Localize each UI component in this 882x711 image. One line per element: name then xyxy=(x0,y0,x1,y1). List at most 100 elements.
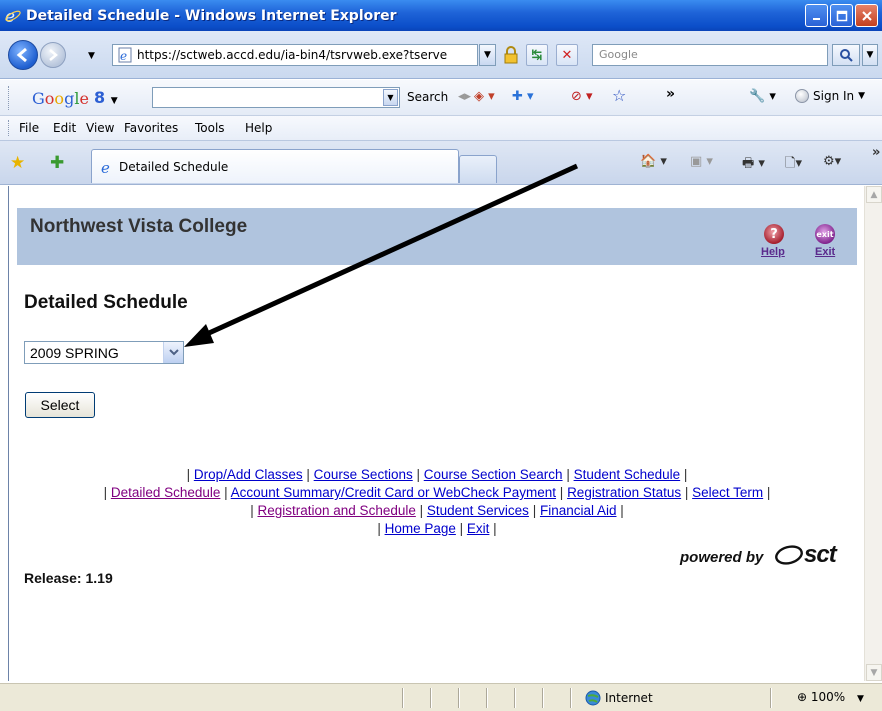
search-input[interactable]: Google xyxy=(592,44,828,66)
college-name: Northwest Vista College xyxy=(30,216,248,237)
close-window-button[interactable] xyxy=(855,4,878,27)
toolbar-grip[interactable] xyxy=(8,86,11,110)
zoom-dropdown-icon: ▼ xyxy=(857,694,864,704)
pagerank-icon[interactable]: ◈ ▾ xyxy=(474,89,495,104)
link-select-term[interactable]: Select Term xyxy=(692,485,763,500)
minimize-icon xyxy=(812,17,820,20)
command-bar-overflow-icon[interactable]: » xyxy=(872,145,880,160)
google-search-input[interactable] xyxy=(152,87,400,108)
link-financial-aid[interactable]: Financial Aid xyxy=(540,503,617,518)
stop-icon: ✕ xyxy=(561,47,573,63)
toolbar-separator-icon: ◂▸ xyxy=(458,89,472,104)
page-title: Detailed Schedule xyxy=(24,292,188,313)
sign-in-dropdown-icon: ▼ xyxy=(858,91,866,101)
favorites-center-icon[interactable]: ★ xyxy=(10,153,25,173)
status-separator xyxy=(542,688,543,708)
stop-button[interactable]: ✕ xyxy=(556,44,578,66)
menu-file[interactable]: File xyxy=(19,121,39,135)
tools-gear-icon[interactable]: ⚙▾ xyxy=(823,154,841,169)
footer-nav-links: | Drop/Add Classes | Course Sections | C… xyxy=(103,467,771,536)
link-course-sections[interactable]: Course Sections xyxy=(314,467,413,482)
status-separator xyxy=(570,688,571,708)
link-exit[interactable]: Exit xyxy=(467,521,490,536)
sign-in-label: Sign In xyxy=(813,89,855,103)
zoom-control[interactable]: ⊕ 100% ▼ xyxy=(797,690,864,704)
link-registration-and-schedule[interactable]: Registration and Schedule xyxy=(258,503,416,518)
popup-blocker-icon[interactable]: ⊘ ▾ xyxy=(571,89,593,104)
link-home-page[interactable]: Home Page xyxy=(385,521,456,536)
link-student-services[interactable]: Student Services xyxy=(427,503,529,518)
bookmark-star-icon[interactable]: ☆ xyxy=(612,86,626,105)
zoom-level: 100% xyxy=(810,690,846,704)
tab-detailed-schedule[interactable]: e Detailed Schedule xyxy=(91,149,459,183)
link-detailed-schedule[interactable]: Detailed Schedule xyxy=(111,485,221,500)
menu-edit[interactable]: Edit xyxy=(53,121,76,135)
chevron-down-icon xyxy=(168,349,179,356)
settings-wrench-icon[interactable]: 🔧 ▾ xyxy=(749,89,776,104)
scroll-up-icon[interactable]: ▲ xyxy=(866,186,882,203)
status-separator xyxy=(770,688,771,708)
security-zone[interactable]: Internet xyxy=(585,690,653,706)
link-drop-add-classes[interactable]: Drop/Add Classes xyxy=(194,467,303,482)
term-select[interactable]: 2009 SPRING xyxy=(24,341,184,364)
security-zone-label: Internet xyxy=(605,691,653,705)
link-course-section-search[interactable]: Course Section Search xyxy=(424,467,563,482)
sct-swoosh-icon xyxy=(775,545,803,565)
vertical-scrollbar[interactable]: ▲ ▼ xyxy=(864,186,882,681)
tab-bar: ★ ✚ e Detailed Schedule 🏠 ▾ ▣ ▾ 🖶 ▾ 🗋▾ ⚙… xyxy=(0,141,882,185)
minimize-button[interactable] xyxy=(805,4,828,27)
status-separator xyxy=(486,688,487,708)
address-dropdown[interactable]: ▼ xyxy=(479,44,496,66)
back-button[interactable] xyxy=(8,40,38,70)
add-favorite-icon[interactable]: ✚ xyxy=(50,153,64,173)
exit-link[interactable]: Exit xyxy=(815,246,835,258)
menu-tools[interactable]: Tools xyxy=(195,121,225,135)
refresh-icon: ↹ xyxy=(531,47,543,63)
google-search-button[interactable]: Search xyxy=(407,90,448,104)
google-logo[interactable]: Google xyxy=(32,89,89,108)
menu-grip[interactable] xyxy=(8,120,11,136)
link-account-summary[interactable]: Account Summary/Credit Card or WebCheck … xyxy=(231,485,556,500)
search-options-dropdown[interactable]: ▼ xyxy=(862,44,878,66)
sign-in-button[interactable]: Sign In ▼ xyxy=(795,89,865,103)
address-input[interactable]: e https://sctweb.accd.edu/ia-bin4/tsrvwe… xyxy=(112,44,478,66)
refresh-button[interactable]: ↹ xyxy=(526,44,548,66)
menu-help[interactable]: Help xyxy=(245,121,272,135)
close-icon xyxy=(861,10,872,21)
search-go-button[interactable] xyxy=(832,44,860,66)
link-student-schedule[interactable]: Student Schedule xyxy=(574,467,681,482)
recent-pages-dropdown[interactable]: ▼ xyxy=(88,51,95,61)
security-lock-button[interactable] xyxy=(500,44,522,66)
sct-logo: sct xyxy=(774,541,837,569)
help-icon[interactable]: ? xyxy=(764,224,784,244)
tab-label: Detailed Schedule xyxy=(119,159,229,174)
maximize-button[interactable] xyxy=(830,4,853,27)
home-icon[interactable]: 🏠 ▾ xyxy=(640,154,667,169)
status-separator xyxy=(514,688,515,708)
scroll-down-icon[interactable]: ▼ xyxy=(866,664,882,681)
menu-bar: File Edit View Favorites Tools Help xyxy=(0,116,882,141)
exit-icon[interactable]: exit xyxy=(815,224,835,244)
term-select-dropdown[interactable] xyxy=(163,342,183,363)
help-link[interactable]: Help xyxy=(761,246,785,258)
menu-view[interactable]: View xyxy=(86,121,114,135)
window-title: Detailed Schedule - Windows Internet Exp… xyxy=(26,7,397,24)
release-text: Release: 1.19 xyxy=(24,570,113,586)
sct-logo-text: sct xyxy=(804,541,837,568)
google-options-icon[interactable]: 8 ▼ xyxy=(94,88,130,108)
add-button-icon[interactable]: ✚ ▾ xyxy=(512,89,534,104)
select-button[interactable]: Select xyxy=(25,392,95,418)
print-icon[interactable]: 🖶 ▾ xyxy=(742,154,765,176)
forward-button[interactable] xyxy=(40,42,66,68)
google-search-dropdown[interactable]: ▼ xyxy=(383,89,398,106)
magnifier-icon xyxy=(840,49,853,62)
page-menu-icon[interactable]: 🗋▾ xyxy=(785,154,802,176)
status-separator xyxy=(402,688,403,708)
menu-favorites[interactable]: Favorites xyxy=(124,121,178,135)
more-tools-chevron-icon[interactable]: » xyxy=(666,86,675,102)
link-registration-status[interactable]: Registration Status xyxy=(567,485,681,500)
new-tab-button[interactable] xyxy=(459,155,497,183)
page-icon: e xyxy=(118,47,132,63)
feeds-icon[interactable]: ▣ ▾ xyxy=(690,154,713,169)
window-title-bar[interactable]: e Detailed Schedule - Windows Internet E… xyxy=(0,0,882,31)
